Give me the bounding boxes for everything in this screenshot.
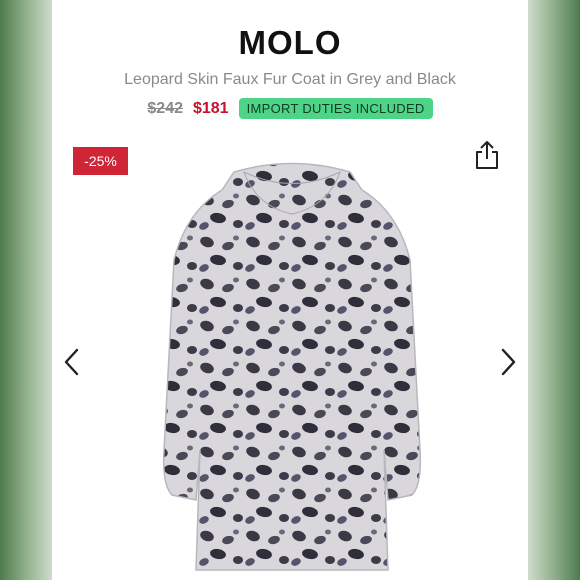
background-right-edge — [528, 0, 580, 580]
original-price: $242 — [147, 99, 183, 117]
chevron-left-icon[interactable] — [62, 347, 80, 377]
product-title: Leopard Skin Faux Fur Coat in Grey and B… — [124, 71, 456, 88]
sale-price: $181 — [192, 99, 229, 117]
share-icon[interactable] — [474, 140, 500, 170]
brand-name: MOLO — [238, 24, 342, 61]
product-card: MOLO Leopard Skin Faux Fur Coat in Grey … — [52, 0, 528, 580]
import-duties-badge: IMPORT DUTIES INCLUDED — [238, 98, 433, 119]
price-row: $242 $181 IMPORT DUTIES INCLUDED — [52, 98, 528, 119]
discount-badge: -25% — [73, 147, 128, 175]
chevron-right-icon[interactable] — [500, 347, 518, 377]
background-left-edge — [0, 0, 52, 580]
product-image-coat — [162, 162, 422, 571]
